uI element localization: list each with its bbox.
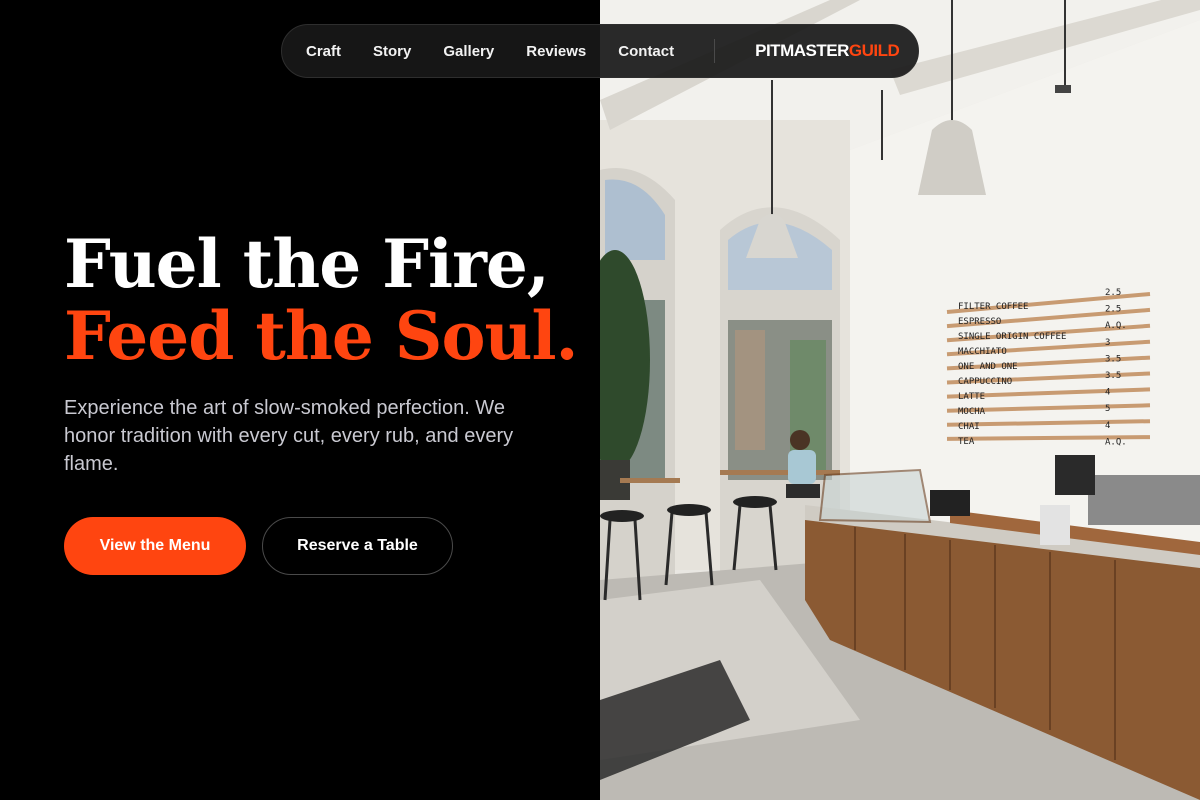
menu-item-name: FILTER COFFEE xyxy=(958,302,1028,312)
menu-item-name: LATTE xyxy=(958,392,985,402)
top-navigation: Craft Story Gallery Reviews Contact PITM… xyxy=(281,24,919,78)
menu-item-price: A.Q. xyxy=(1105,321,1127,331)
menu-item-name: ONE AND ONE xyxy=(958,362,1018,372)
menu-item-name: MACCHIATO xyxy=(958,347,1007,357)
menu-item-price: 4 xyxy=(1105,388,1110,398)
cafe-interior-photo: FILTER COFFEE 2.5 ESPRESSO 2.5 SINGLE ORIGIN… xyxy=(600,0,1200,800)
menu-item-price: 3 xyxy=(1105,338,1110,348)
nav-item-gallery[interactable]: Gallery xyxy=(443,43,494,60)
menu-item-name: CHAI xyxy=(958,422,980,432)
nav-divider xyxy=(714,39,716,63)
nav-item-contact[interactable]: Contact xyxy=(618,43,674,60)
menu-item-name: CAPPUCCINO xyxy=(958,377,1012,387)
brand-primary-text: PITMASTER xyxy=(755,41,849,60)
menu-item-price: 5 xyxy=(1105,404,1110,414)
hero-subtext: Experience the art of slow-smoked perfec… xyxy=(64,397,514,475)
reserve-table-button[interactable]: Reserve a Table xyxy=(262,517,453,575)
menu-item-price: 2.5 xyxy=(1105,288,1121,298)
headline-line-2: Feed the Soul. xyxy=(64,297,579,375)
brand-accent-text: GUILD xyxy=(848,41,900,60)
menu-item-name: SINGLE ORIGIN COFFEE xyxy=(958,332,1066,342)
menu-item-name: TEA xyxy=(958,437,975,447)
nav-item-reviews[interactable]: Reviews xyxy=(526,43,586,60)
nav-item-craft[interactable]: Craft xyxy=(306,43,341,60)
view-menu-button[interactable]: View the Menu xyxy=(64,517,246,575)
menu-item-name: ESPRESSO xyxy=(958,317,1001,327)
menu-item-name: MOCHA xyxy=(958,407,986,417)
menu-item-price: 3.5 xyxy=(1105,354,1121,364)
menu-item-price: 4 xyxy=(1105,421,1110,431)
hero-section: Fuel the Fire, Feed the Soul. Experience… xyxy=(0,0,600,800)
menu-item-price: A.Q. xyxy=(1105,437,1127,447)
brand-logo[interactable]: PITMASTERGUILD xyxy=(755,41,900,61)
menu-item-price: 2.5 xyxy=(1105,305,1121,315)
headline-line-1: Fuel the Fire, xyxy=(64,225,550,303)
hero-headline: Fuel the Fire, Feed the Soul. xyxy=(64,225,579,375)
nav-item-story[interactable]: Story xyxy=(373,43,411,60)
menu-item-price: 3.5 xyxy=(1105,371,1121,381)
